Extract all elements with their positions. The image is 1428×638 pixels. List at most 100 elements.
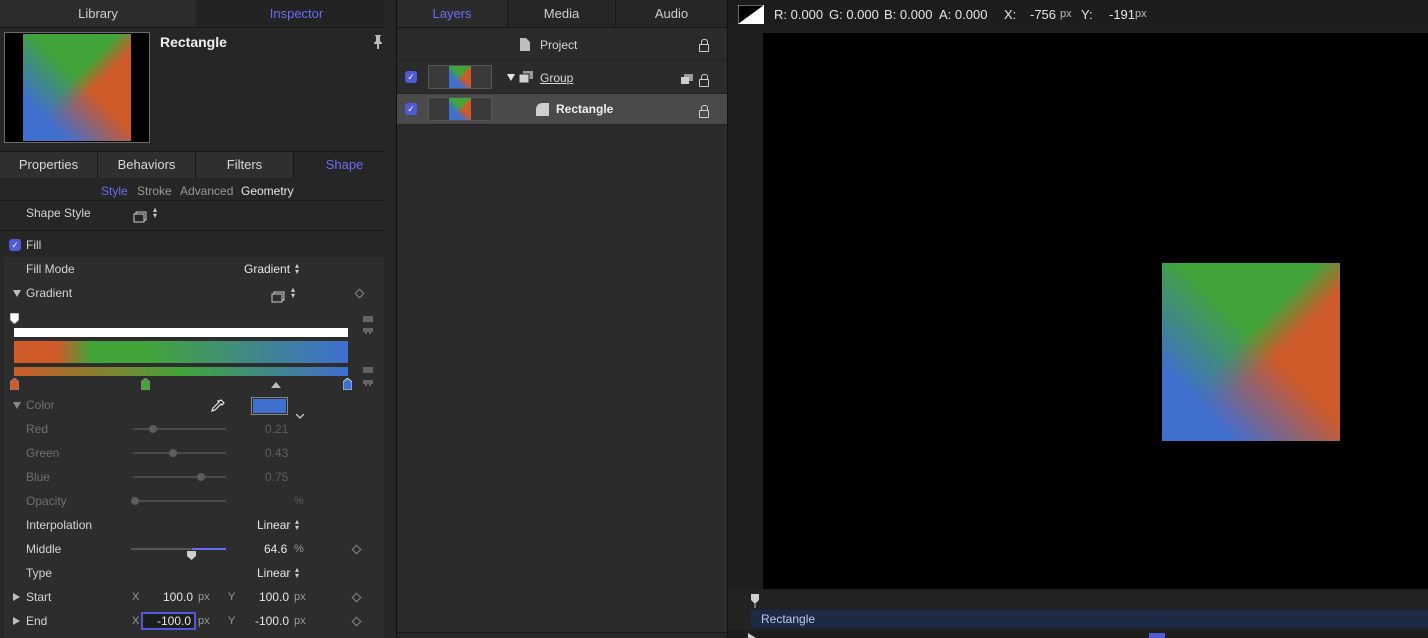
x-unit: px (1060, 8, 1072, 20)
canvas-status-bar: R: 0.000 G: 0.000 B: 0.000 A: 0.000 X: -… (728, 0, 1428, 30)
interpolation-popup[interactable]: Linear (257, 513, 290, 537)
chevron-updown-icon[interactable]: ▴ ▾ (293, 262, 301, 276)
red-slider-knob[interactable] (149, 425, 157, 433)
y-unit: px (1135, 8, 1147, 20)
gradient-tools-icon[interactable] (363, 367, 373, 387)
keyframe-icon[interactable] (351, 592, 362, 603)
green-label: Green (26, 446, 60, 460)
tab-layers[interactable]: Layers (397, 0, 507, 28)
tab-filters[interactable]: Filters (196, 152, 294, 178)
tab-behaviors[interactable]: Behaviors (98, 152, 196, 178)
playhead-icon[interactable] (751, 594, 759, 608)
green-slider-knob[interactable] (169, 449, 177, 457)
end-x-field[interactable]: -100.0 (141, 612, 196, 630)
end-label: End (26, 614, 48, 628)
timeline-clip-label: Rectangle (761, 612, 816, 626)
layer-visibility-checkbox[interactable]: ✓ (405, 71, 417, 83)
layer-label: Project (540, 38, 578, 52)
fill-mode-popup[interactable]: Gradient (244, 257, 290, 281)
lock-icon[interactable] (699, 74, 709, 87)
chevron-updown-icon[interactable]: ▴ ▾ (289, 286, 297, 300)
green-row: Green 0.43 (0, 441, 384, 465)
tab-shape[interactable]: Shape (294, 152, 396, 178)
gradient-row: Gradient ▴ ▾ (0, 281, 384, 305)
opacity-tag-icon[interactable] (9, 312, 20, 325)
preset-menu-icon[interactable] (133, 207, 147, 223)
scroll-gutter (384, 0, 396, 638)
layer-group[interactable]: ✓ Group (397, 62, 727, 94)
blue-slider-knob[interactable] (197, 473, 205, 481)
end-y-label: Y (228, 615, 236, 627)
tool-icon[interactable] (1149, 633, 1165, 638)
middle-unit: % (294, 543, 304, 555)
rectangle-shape[interactable] (1162, 263, 1340, 441)
canvas-area: R: 0.000 G: 0.000 B: 0.000 A: 0.000 X: -… (728, 0, 1428, 638)
end-y-field[interactable]: -100.0 (236, 612, 292, 630)
middle-slider-knob[interactable] (187, 544, 196, 560)
subtab-advanced[interactable]: Advanced (180, 184, 233, 198)
tab-properties[interactable]: Properties (0, 152, 98, 178)
subtab-geometry[interactable]: Geometry (241, 184, 294, 198)
disclosure-triangle-icon[interactable] (13, 290, 21, 297)
color-tag-green-icon[interactable] (140, 377, 151, 391)
play-icon[interactable] (748, 633, 756, 638)
keyframe-icon[interactable] (351, 616, 362, 627)
color-bar[interactable] (14, 367, 348, 376)
color-tag-blue-icon[interactable] (342, 377, 353, 391)
color-tag-orange-icon[interactable] (9, 377, 20, 391)
layer-project[interactable]: Project (397, 29, 727, 61)
chevron-down-icon[interactable] (295, 403, 305, 419)
chevron-updown-icon[interactable]: ▴ ▾ (293, 566, 301, 580)
eyedropper-icon[interactable] (210, 398, 226, 414)
preset-menu-icon[interactable] (271, 287, 285, 303)
start-x-label: X (132, 591, 140, 603)
disclosure-triangle-icon[interactable] (13, 617, 20, 625)
layer-visibility-checkbox[interactable]: ✓ (405, 103, 417, 115)
type-label: Type (26, 566, 53, 580)
midpoint-marker-icon[interactable] (271, 377, 281, 388)
timeline-clip-bar[interactable]: Rectangle (751, 610, 1428, 628)
color-sample-icon (737, 4, 765, 25)
disclosure-triangle-icon[interactable] (507, 74, 515, 81)
blue-slider[interactable] (133, 476, 226, 478)
canvas-viewport[interactable] (763, 33, 1428, 589)
type-popup[interactable]: Linear (257, 561, 290, 585)
opacity-slider-knob[interactable] (131, 497, 139, 505)
lock-icon[interactable] (699, 39, 709, 52)
start-y-label: Y (228, 591, 236, 603)
disclosure-triangle-icon[interactable] (13, 402, 21, 409)
isolate-icon[interactable] (681, 73, 693, 84)
opacity-bar[interactable] (14, 328, 348, 337)
pin-icon[interactable] (372, 34, 384, 50)
green-value[interactable]: 0.43 (265, 441, 288, 465)
chevron-updown-icon[interactable]: ▴ ▾ (293, 518, 301, 532)
opacity-slider[interactable] (133, 500, 226, 502)
lock-icon[interactable] (699, 105, 709, 118)
chevron-updown-icon[interactable]: ▴ ▾ (151, 206, 159, 220)
start-x-field[interactable]: 100.0 (140, 588, 196, 606)
start-y-field[interactable]: 100.0 (236, 588, 292, 606)
keyframe-icon[interactable] (354, 288, 365, 299)
keyframe-icon[interactable] (351, 544, 362, 555)
color-well[interactable] (251, 397, 288, 415)
tab-media[interactable]: Media (507, 0, 615, 28)
disclosure-triangle-icon[interactable] (13, 593, 20, 601)
start-y-unit: px (294, 591, 306, 603)
green-slider[interactable] (133, 452, 226, 454)
gradient-tools-icon[interactable] (363, 316, 373, 334)
layer-rectangle[interactable]: ✓ Rectangle (397, 94, 727, 125)
tab-audio[interactable]: Audio (615, 0, 727, 28)
subtab-stroke[interactable]: Stroke (137, 184, 172, 198)
opacity-label: Opacity (26, 494, 67, 508)
start-x-unit: px (198, 591, 210, 603)
gradient-preview-bar (14, 341, 348, 363)
x-readout: -756 (1030, 7, 1057, 22)
tab-inspector[interactable]: Inspector (197, 0, 396, 28)
red-value[interactable]: 0.21 (265, 417, 288, 441)
blue-value[interactable]: 0.75 (265, 465, 288, 489)
middle-value[interactable]: 64.6 (264, 537, 287, 561)
subtab-style[interactable]: Style (101, 184, 128, 198)
red-slider[interactable] (133, 428, 226, 430)
tab-library[interactable]: Library (0, 0, 196, 28)
fill-checkbox[interactable]: ✓ (9, 239, 21, 251)
